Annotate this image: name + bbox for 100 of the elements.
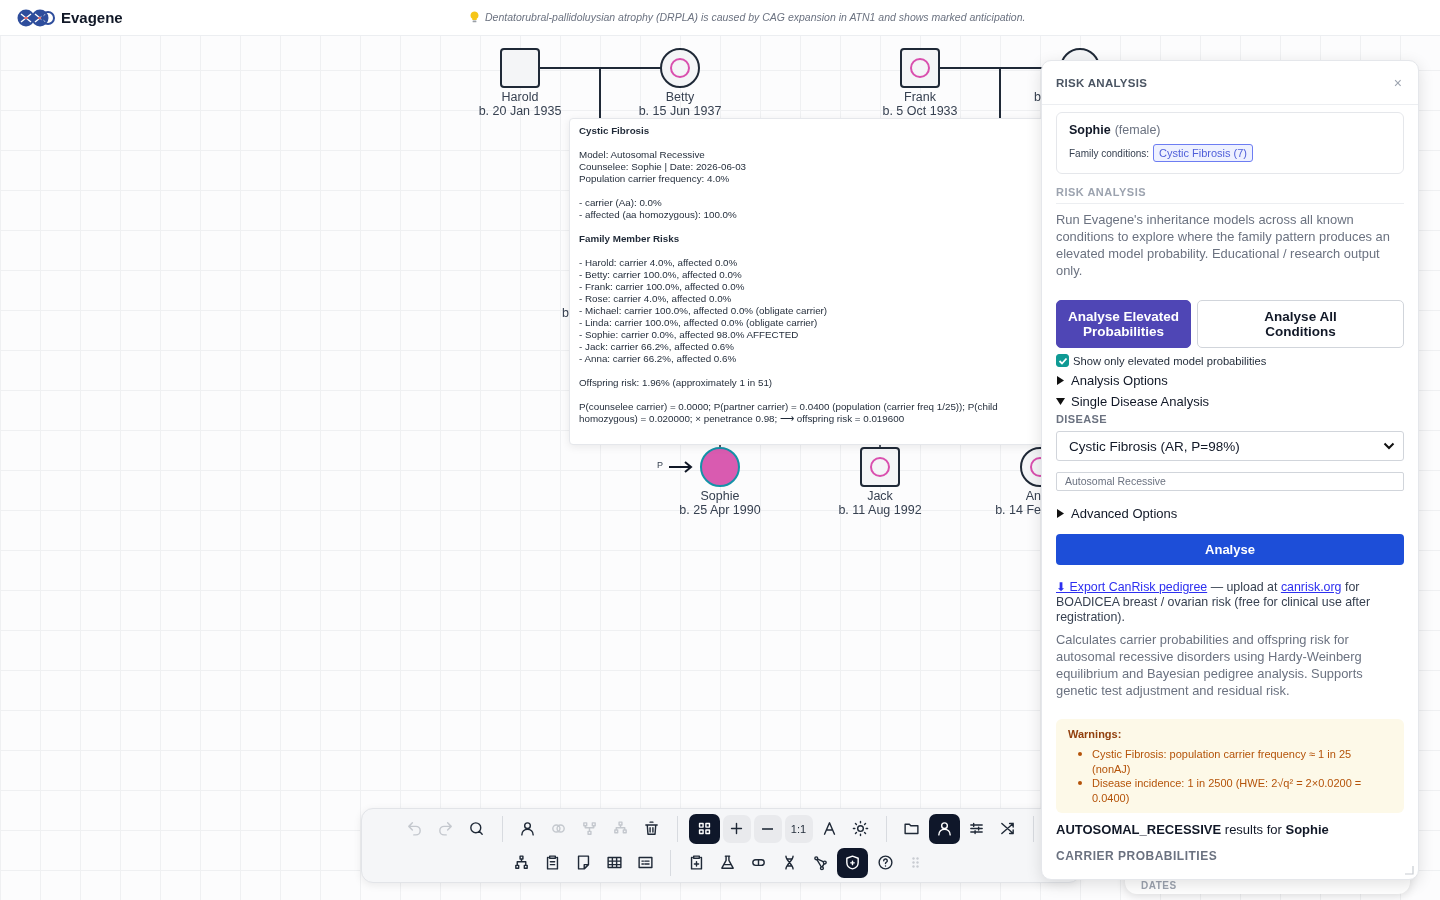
minus-button[interactable] [753,814,782,843]
export-note: ⬇ Export CanRisk pedigree — upload at canrisk.org for BOADICEA breast / ovarian risk (free for clinical use after registration). [1056,580,1371,625]
network-icon [811,854,829,871]
sliders-icon [968,820,985,837]
birth-date: b. 20 Jan 1935 [478,104,562,118]
undo-icon [406,820,423,837]
condition-tag[interactable]: Cystic Fibrosis (7) [1153,144,1254,162]
tooltip-line: Offspring risk: 1.96% (approximately 1 in 51) [579,377,774,389]
description: Run Evagene's inheritance models across all known conditions to explore where the family pattern produces an elevated model probability. Educational / research output only. [1056,211,1391,279]
model-field[interactable]: Autosomal Recessive [1056,472,1404,491]
list-card-icon [636,854,654,871]
tooltip-line: homozygous) = 0.020000; × penetrance 0.98; ⟶ offspring risk = 0.019600 [579,413,906,425]
method-description: Calculates carrier probabilities and offspring risk for autosomal recessive disorders using Hardy-Weinberg equilibrium and Bayesian pedigree analysis. Supports genetic test adjustment and residual risk. [1056,631,1364,699]
flask-icon [718,854,736,871]
redo-icon [437,820,454,837]
tooltip-line: - Linda: carrier 100.0%, affected 0.0% (obligate carrier) [579,317,819,329]
panel-title: DATES [1141,880,1177,891]
logo-icon [16,7,56,28]
tip-text: Dentatorubral-pallidoluysian atrophy (DRPLA) is caused by CAG expansion in ATN1 and shows marked anticipation. [485,11,1026,23]
search-icon [468,820,485,837]
person-name: Harold [501,90,539,104]
warning-text: Disease incidence: 1 in 2500 (HWE: 2√q² = 2×0.0200 = 0.0400) [1092,776,1363,805]
app-name: Evagene [61,9,123,26]
person-button[interactable] [928,813,960,844]
resize-grip-icon[interactable] [1404,865,1414,875]
birth-date: b. 11 Aug 1992 [838,503,922,517]
bullet-icon [1078,752,1082,756]
male-symbol[interactable] [860,447,900,487]
minus-icon [762,827,773,830]
shield-icon [844,854,861,871]
section-toggle[interactable]: Analysis Options [1056,373,1404,388]
checkbox[interactable] [1056,354,1069,367]
results-heading: AUTOSOMAL_RECESSIVE results for Sophie [1056,822,1330,837]
tooltip-line: - Frank: carrier 100.0%, affected 0.0% [579,281,746,293]
carrier-ring [670,58,690,78]
tooltip-line: Counselee: Sophie | Date: 2026-06-03 [579,161,748,173]
person-name: Jack [867,489,893,503]
male-symbol[interactable] [900,48,940,88]
birth-date: b. 25 Apr 1990 [679,503,761,517]
female-symbol[interactable] [660,48,700,88]
checkbox-label: Show only elevated model probabilities [1073,354,1267,367]
tooltip-line: P(counselee carrier) = 0.0000; P(partner carrier) = 0.0400 (population (carrier freq 1/25)); P(child [579,401,999,413]
person-name: Betty [665,90,695,104]
tooltip-heading: Family Member Risks [579,233,681,245]
tooltip-line: - Jack: carrier 66.2%, affected 0.6% [579,341,735,353]
birth-date: b [1034,90,1041,104]
analyse-button[interactable]: Analyse All Conditions [1197,300,1404,348]
conditions-label: Family conditions: [1069,147,1150,159]
analyse-button[interactable]: Analyse [1056,534,1404,565]
tooltip-line: Population carrier frequency: 4.0% [579,173,731,185]
chevron-icon [1383,442,1395,450]
panel-title: RISK ANALYSIS [1056,76,1148,89]
tree-icon [581,820,598,837]
tooltip-line: - Anna: carrier 66.2%, affected 0.6% [579,353,738,365]
letter-icon [821,820,838,837]
shuffle-icon [999,820,1016,837]
trash-icon [643,820,660,837]
sun-icon [852,820,869,837]
help-icon [876,854,894,871]
person-icon [519,820,536,837]
section-toggle[interactable]: Single Disease Analysis [1056,394,1404,409]
carrier-ring [910,58,930,78]
section-toggle[interactable]: Advanced Options [1056,506,1404,521]
grid-button[interactable] [688,813,720,844]
plus-button[interactable] [722,814,751,843]
section-heading: RISK ANALYSIS [1056,186,1404,204]
table-icon [605,854,623,871]
tooltip-line: - Betty: carrier 100.0%, affected 0.0% [579,269,743,281]
birth-date: b [562,306,569,320]
analyse-button[interactable]: Analyse Elevated Probabilities [1056,300,1191,348]
tooltip-title: Cystic Fibrosis [579,125,651,137]
person-name: Sophie [1069,123,1111,137]
field-label: DISEASE [1056,413,1109,425]
birth-date: b. 5 Oct 1933 [882,104,958,118]
tooltip-line: - carrier (Aa): 0.0% [579,197,663,209]
birth-date: b. 15 Jun 1937 [638,104,722,118]
person-name: Sophie [700,489,740,503]
person-name: Frank [904,90,936,104]
warnings-title: Warnings: [1068,728,1123,740]
carrier-ring [870,457,890,477]
bullet-icon [1078,781,1082,785]
drag-handle-icon[interactable] [912,857,919,868]
person-sex: (female) [1114,123,1161,137]
plus-icon [728,820,745,837]
person-icon [935,820,953,837]
tooltip-line: - Harold: carrier 4.0%, affected 0.0% [579,257,739,269]
disease-select[interactable]: Cystic Fibrosis (AR, P=98%) [1056,431,1404,461]
shield-button[interactable] [837,847,868,878]
tooltip-line: Model: Autosomal Recessive [579,149,706,161]
lightbulb-icon [470,11,479,23]
tooltip-line: - Rose: carrier 4.0%, affected 0.0% [579,293,733,305]
zoom-reset-button[interactable]: 1:1 [784,814,813,843]
section-heading: CARRIER PROBABILITIES [1056,849,1219,863]
birth-date: b. 14 Fe [995,503,1041,517]
male-symbol[interactable] [500,48,540,88]
warning-text: Cystic Fibrosis: population carrier frequency ≈ 1 in 25 (nonAJ) [1092,747,1353,776]
export-link[interactable]: ⬇ Export CanRisk pedigree [1056,580,1208,594]
tooltip-line: - Sophie: carrier 0.0%, affected 98.0% AFFECTED [579,329,800,341]
tooltip-line: - affected (aa homozygous): 100.0% [579,209,738,221]
website-link[interactable]: canrisk.org [1280,580,1342,594]
